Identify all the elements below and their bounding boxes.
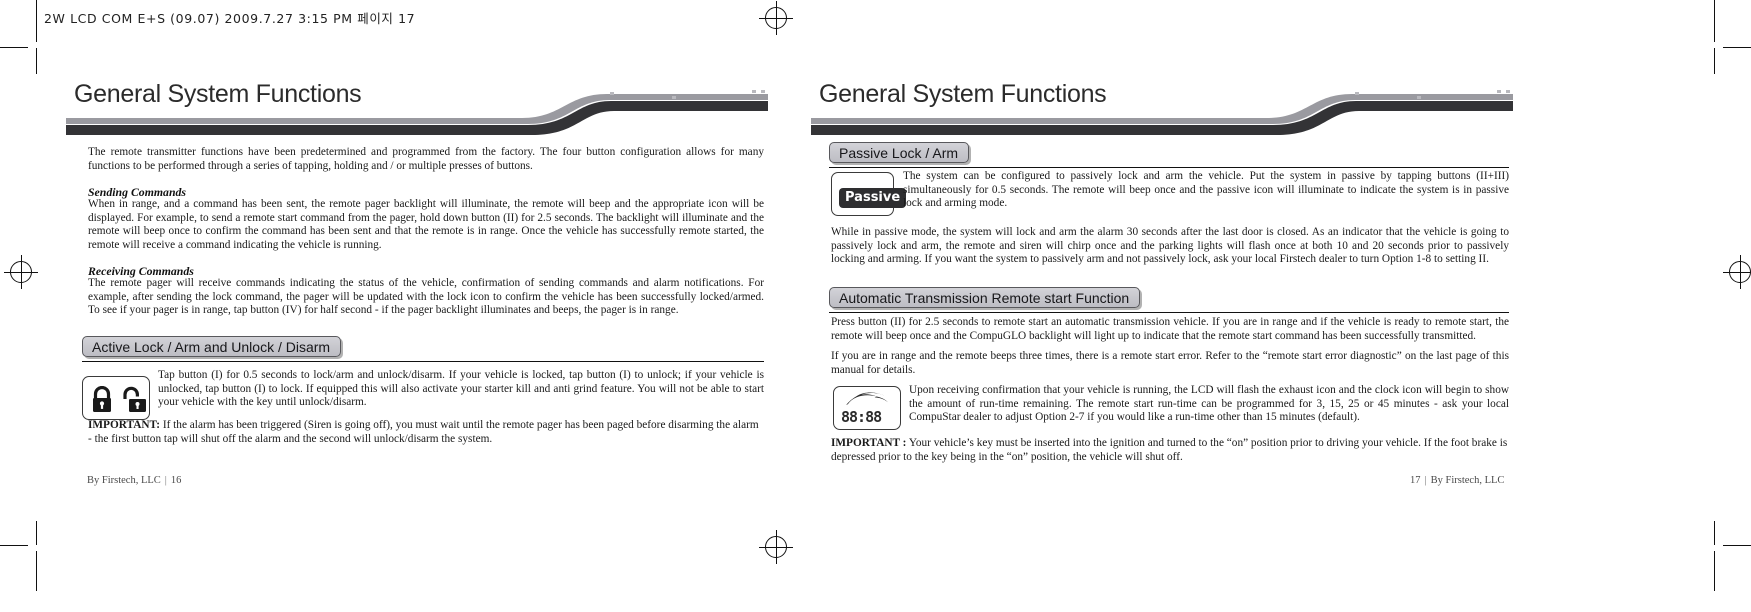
segment-clock-icon: 88:88 (841, 408, 882, 426)
right-footer-page-number: 17 (1410, 475, 1421, 486)
active-lock-section: Active Lock / Arm and Unlock / Disarm (82, 336, 764, 362)
passive-body-first: The system can be configured to passivel… (903, 170, 1509, 210)
left-footer-credit: By Firstech, LLC (87, 475, 161, 486)
sending-commands-body: When in range, and a command has been se… (88, 198, 764, 251)
left-footer-page-number: 16 (170, 475, 182, 486)
passive-lock-section: Passive Lock / Arm (829, 142, 1509, 168)
passive-badge-icon: Passive (839, 188, 907, 208)
right-footer-credit: By Firstech, LLC (1430, 475, 1505, 486)
right-page-title: General System Functions (819, 80, 1107, 108)
left-intro-paragraph: The remote transmitter functions have be… (88, 146, 764, 172)
auto-transmission-section: Automatic Transmission Remote start Func… (829, 287, 1509, 313)
auto-transmission-chip[interactable]: Automatic Transmission Remote start Func… (829, 287, 1141, 308)
left-page-footer: By Firstech, LLC | 16 (87, 475, 181, 486)
active-lock-chip[interactable]: Active Lock / Arm and Unlock / Disarm (82, 336, 342, 357)
left-important-body: If the alarm has been triggered (Siren i… (88, 419, 759, 445)
passive-lock-chip[interactable]: Passive Lock / Arm (829, 142, 970, 163)
lock-icon-row (91, 386, 146, 413)
runtime-icon-box: 88:88 (833, 386, 901, 430)
passive-icon-box: Passive (831, 172, 907, 216)
right-footer-separator: | (1424, 475, 1427, 486)
receiving-commands-body: The remote pager will receive commands i… (88, 277, 764, 317)
left-important-block: IMPORTANT: If the alarm has been trigger… (88, 419, 764, 446)
padlock-closed-icon (93, 386, 111, 412)
right-page-banner: General System Functions (807, 78, 1513, 140)
active-lock-rule (82, 361, 764, 362)
left-footer-separator: | (164, 475, 167, 486)
auto-body-first: Press button (II) for 2.5 seconds to rem… (831, 316, 1509, 342)
left-page-banner: General System Functions (62, 78, 768, 140)
active-lock-body: Tap button (I) for 0.5 seconds to lock/a… (158, 369, 764, 409)
padlock-open-icon (123, 386, 146, 412)
page-left: General System Functions The remote tran… (0, 0, 875, 612)
right-important-block: IMPORTANT : Your vehicle’s key must be i… (831, 437, 1509, 464)
page-right: General System Functions Passive Lock / … (811, 0, 1751, 612)
left-important-label: IMPORTANT: (88, 419, 160, 431)
runtime-body: Upon receiving confirmation that your ve… (909, 384, 1509, 424)
right-important-body: Your vehicle’s key must be inserted into… (831, 437, 1508, 463)
lock-icon-box (82, 376, 150, 420)
passive-body-second: While in passive mode, the system will l… (831, 226, 1509, 266)
right-page-footer: 17 | By Firstech, LLC (1410, 475, 1504, 486)
left-page-title: General System Functions (74, 80, 362, 108)
passive-lock-rule (829, 167, 1509, 168)
auto-transmission-rule (829, 312, 1509, 313)
auto-body-second: If you are in range and the remote beeps… (831, 350, 1509, 376)
right-important-label: IMPORTANT : (831, 437, 907, 449)
